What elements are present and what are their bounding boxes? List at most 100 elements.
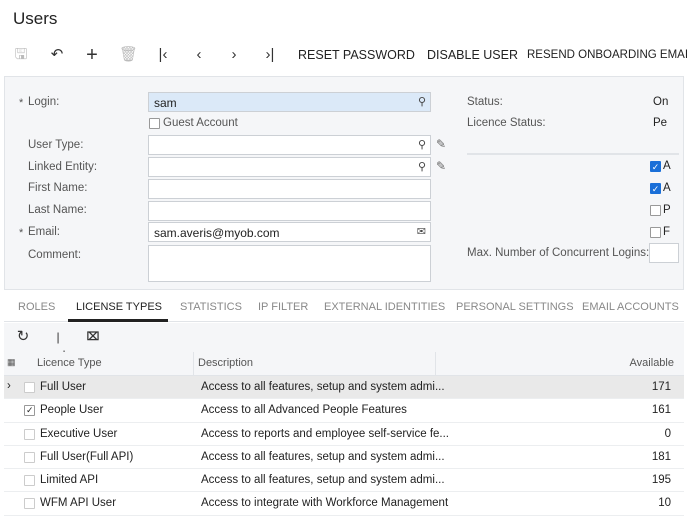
licence-status-value[interactable]: Pe — [653, 117, 667, 129]
page-title: Users — [13, 9, 58, 28]
undo-icon[interactable]: ↶ — [48, 46, 66, 64]
table-row[interactable]: Full User(Full API) Access to all feature… — [4, 446, 684, 470]
option-label: A — [663, 160, 671, 172]
licence-type-cell: Full User — [40, 381, 87, 393]
export-excel-icon[interactable]: ⌧ — [84, 328, 102, 346]
disable-user-button[interactable]: DISABLE USER — [427, 48, 518, 62]
tab-email-accounts[interactable]: EMAIL ACCOUNTS — [582, 301, 679, 313]
available-cell: 195 — [651, 474, 671, 487]
fit-columns-icon[interactable]: |↔| — [49, 328, 67, 362]
available-cell: 171 — [651, 381, 671, 393]
table-row[interactable]: WFM API User Access to integrate with Wor… — [4, 492, 684, 516]
column-available[interactable]: Available — [630, 357, 674, 369]
add-icon[interactable]: + — [83, 45, 101, 65]
option-label: F — [663, 226, 671, 238]
option-checkbox[interactable]: ✓ — [650, 183, 661, 194]
column-description[interactable]: Description — [198, 357, 253, 369]
table-row[interactable]: ✓ People User Access to all Advanced Peopl… — [4, 399, 684, 423]
max-logins-input[interactable] — [649, 243, 679, 263]
row-checkbox[interactable] — [24, 475, 35, 487]
edit-pencil-icon[interactable]: ✎ — [436, 137, 446, 151]
guest-account-checkbox[interactable] — [149, 118, 160, 129]
login-input[interactable]: sam ⚲ — [148, 92, 431, 112]
mail-icon[interactable]: ✉ — [417, 225, 426, 238]
tab-license-types[interactable]: LICENSE TYPES — [76, 301, 162, 313]
available-cell: 181 — [651, 450, 671, 463]
last-icon[interactable]: ›| — [261, 46, 279, 64]
email-input[interactable]: sam.averis@myob.com ✉ — [148, 222, 431, 242]
user-type-label: User Type: — [28, 139, 84, 151]
table-row[interactable]: Limited API Access to all features, setup… — [4, 469, 684, 493]
row-checkbox[interactable]: ✓ — [24, 405, 35, 417]
guest-account-label: Guest Account — [163, 117, 238, 129]
licence-type-cell: People User — [40, 404, 104, 417]
tab-bar: ROLES LICENSE TYPES STATISTICS IP FILTER… — [4, 292, 684, 322]
column-settings-icon[interactable]: ▦ — [7, 357, 16, 368]
toolbar: 🖫 ↶ + 🗑 |‹ ‹ › ›| RESET PASSWORD DISABLE… — [0, 40, 688, 70]
option-checkbox[interactable] — [650, 227, 661, 238]
description-cell: Access to integrate with Workforce Manag… — [201, 497, 449, 510]
reset-password-button[interactable]: RESET PASSWORD — [298, 48, 415, 62]
linked-entity-input[interactable]: ⚲ — [148, 157, 431, 177]
first-name-label: First Name: — [28, 182, 88, 194]
licence-type-cell: WFM API User — [40, 497, 117, 510]
next-icon[interactable]: › — [225, 46, 243, 64]
status-value[interactable]: On — [653, 96, 668, 108]
search-icon[interactable]: ⚲ — [418, 95, 426, 108]
save-icon[interactable]: 🖫 — [12, 46, 30, 64]
row-checkbox[interactable] — [24, 382, 35, 393]
description-cell: Access to all features, setup and system… — [201, 474, 445, 487]
license-grid: ▦ Licence Type Description Available › Fu… — [4, 352, 684, 516]
login-value: sam — [154, 96, 177, 110]
row-checkbox[interactable] — [24, 498, 35, 510]
delete-icon[interactable]: 🗑 — [119, 46, 138, 64]
divider — [467, 153, 679, 155]
first-name-input[interactable] — [148, 179, 431, 199]
column-licence-type[interactable]: Licence Type — [37, 357, 102, 369]
table-row[interactable]: Executive User Access to reports and empl… — [4, 423, 684, 446]
search-icon[interactable]: ⚲ — [418, 160, 426, 173]
max-logins-label: Max. Number of Concurrent Logins: — [467, 247, 650, 259]
option-checkbox[interactable] — [650, 205, 661, 216]
grid-header: ▦ Licence Type Description Available — [4, 352, 684, 376]
option-label: A — [663, 182, 671, 194]
tab-ip-filter[interactable]: IP FILTER — [258, 301, 308, 313]
user-type-input[interactable]: ⚲ — [148, 135, 431, 155]
licence-type-cell: Limited API — [40, 474, 99, 487]
last-name-label: Last Name: — [28, 204, 87, 216]
prev-icon[interactable]: ‹ — [190, 46, 208, 64]
refresh-icon[interactable]: ↻ — [14, 328, 32, 346]
grid-toolbar: ↻ |↔| ⌧ — [4, 323, 684, 362]
last-name-input[interactable] — [148, 201, 431, 221]
available-cell: 161 — [651, 404, 671, 417]
description-cell: Access to all features, setup and system… — [201, 381, 445, 393]
tab-external-identities[interactable]: EXTERNAL IDENTITIES — [324, 301, 445, 313]
email-value: sam.averis@myob.com — [154, 226, 280, 240]
first-icon[interactable]: |‹ — [154, 46, 172, 64]
row-checkbox[interactable] — [24, 451, 35, 463]
search-icon[interactable]: ⚲ — [418, 138, 426, 151]
required-marker: * — [19, 97, 24, 109]
resend-onboarding-button[interactable]: RESEND ONBOARDING EMAIL — [527, 49, 688, 61]
user-form: * Login: sam ⚲ Guest Account User Type: ⚲… — [4, 76, 684, 290]
description-cell: Access to reports and employee self-serv… — [201, 427, 449, 440]
licence-type-cell: Full User(Full API) — [40, 450, 134, 463]
comment-textarea[interactable] — [148, 245, 431, 282]
available-cell: 0 — [664, 427, 671, 440]
description-cell: Access to all features, setup and system… — [201, 450, 445, 463]
tab-statistics[interactable]: STATISTICS — [180, 301, 242, 313]
row-checkbox[interactable] — [24, 428, 35, 440]
tab-personal-settings[interactable]: PERSONAL SETTINGS — [456, 301, 574, 313]
description-cell: Access to all Advanced People Features — [201, 404, 407, 417]
option-checkbox[interactable]: ✓ — [650, 161, 661, 172]
linked-entity-label: Linked Entity: — [28, 161, 98, 173]
active-tab-indicator — [68, 319, 168, 322]
option-label: P — [663, 204, 671, 216]
email-label: Email: — [28, 226, 60, 238]
edit-pencil-icon[interactable]: ✎ — [436, 159, 446, 173]
row-selector-chevron-icon: › — [7, 380, 11, 392]
table-row[interactable]: › Full User Access to all features, setup … — [4, 376, 684, 400]
required-marker: * — [19, 227, 24, 239]
comment-label: Comment: — [28, 249, 82, 261]
tab-roles[interactable]: ROLES — [18, 301, 55, 313]
